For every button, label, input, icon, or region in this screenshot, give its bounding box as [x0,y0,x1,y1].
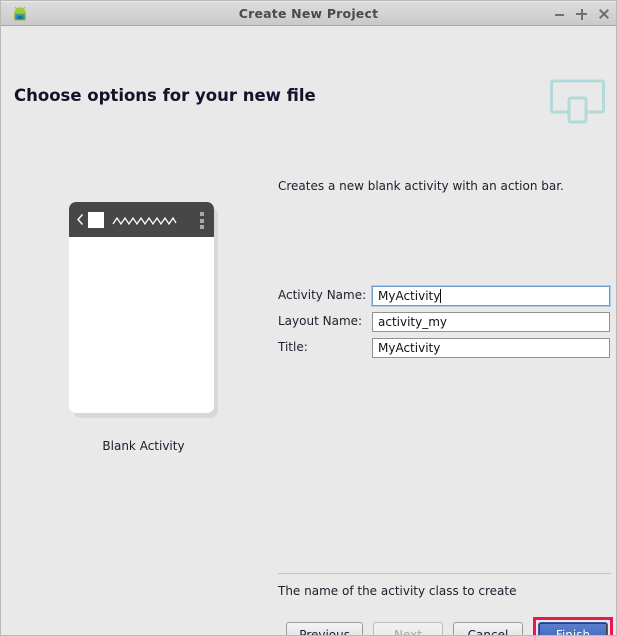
text-caret [440,289,441,303]
device-outline-icon [550,79,605,124]
close-icon[interactable] [598,7,609,20]
preview-action-bar [69,202,214,237]
maximize-icon[interactable] [576,7,587,20]
layout-name-label: Layout Name: [278,314,363,328]
window-controls [554,1,609,26]
previous-button[interactable]: Previous [286,622,363,635]
activity-name-input[interactable] [372,286,610,306]
preview-card [69,202,214,413]
page-title: Choose options for your new file [14,86,316,105]
template-description: Creates a new blank activity with an act… [278,179,564,193]
dialog-button-bar: Previous Next Cancel Finish [1,617,616,635]
status-text: The name of the activity class to create [278,584,517,598]
title-label: Title: [278,340,308,354]
create-new-project-window: Create New Project Choose options for yo… [0,0,617,636]
field-row-title: Title: [278,338,610,358]
overflow-menu-icon [200,212,204,229]
back-chevron-icon [76,213,85,226]
minimize-icon[interactable] [554,7,565,20]
cancel-button[interactable]: Cancel [453,622,523,635]
app-square-icon [88,212,104,228]
finish-button-highlight-wrap: Finish [533,617,613,635]
field-row-activity-name: Activity Name: [278,286,610,306]
finish-button[interactable]: Finish [538,622,608,635]
footer-separator [278,573,611,574]
activity-name-label: Activity Name: [278,288,367,302]
layout-name-input[interactable] [372,312,610,332]
title-input[interactable] [372,338,610,358]
window-titlebar: Create New Project [1,1,616,26]
template-preview[interactable]: Blank Activity [69,202,218,453]
zigzag-title-placeholder [112,213,177,226]
preview-caption: Blank Activity [102,439,185,453]
next-button[interactable]: Next [373,622,443,635]
window-title: Create New Project [238,6,379,21]
field-row-layout-name: Layout Name: [278,312,610,332]
dialog-content: Choose options for your new file Blank A… [1,26,616,635]
